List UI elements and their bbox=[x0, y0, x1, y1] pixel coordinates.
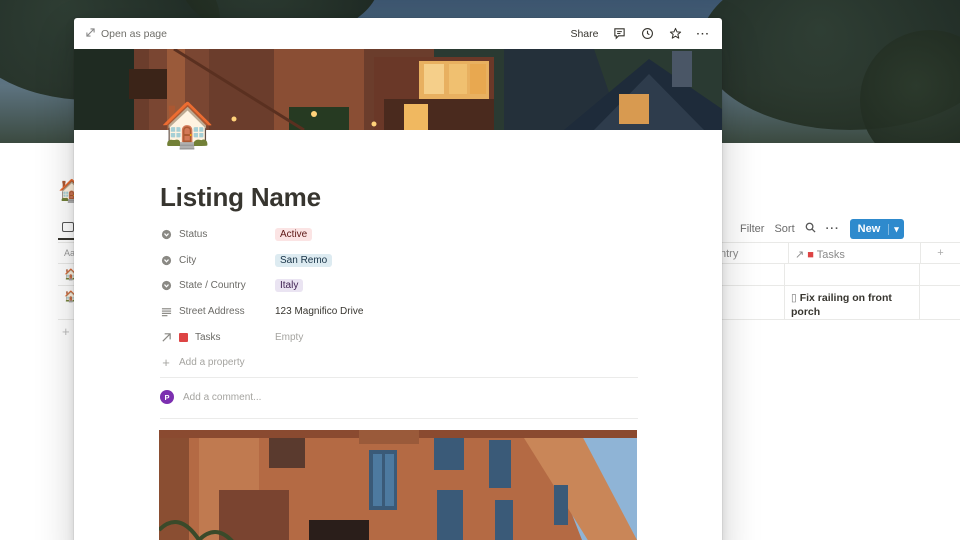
property-value[interactable]: Active bbox=[275, 228, 313, 242]
task-link[interactable]: Fix railing on front porch bbox=[791, 292, 892, 318]
sort-button[interactable]: Sort bbox=[774, 223, 794, 235]
property-city[interactable]: City San Remo bbox=[160, 248, 638, 274]
column-header-tasks-label: Tasks bbox=[816, 249, 845, 261]
properties-list: Status Active City San Remo State / Coun… bbox=[160, 222, 638, 376]
property-name[interactable]: City bbox=[160, 255, 275, 266]
add-property-label: Add a property bbox=[179, 357, 245, 369]
column-header-country[interactable]: ntry bbox=[720, 248, 738, 260]
property-label: Status bbox=[179, 229, 208, 241]
tasks-cell[interactable]: ▯ Fix railing on front porch bbox=[784, 286, 920, 319]
page-icon[interactable]: 🏠 bbox=[160, 104, 215, 148]
divider bbox=[160, 377, 638, 378]
property-status[interactable]: Status Active bbox=[160, 222, 638, 248]
relation-arrow-icon: ↗ bbox=[795, 249, 805, 261]
expand-icon bbox=[86, 27, 95, 40]
add-column-button[interactable]: + bbox=[920, 243, 960, 263]
add-property-row: + Add a property bbox=[160, 355, 275, 370]
embedded-image[interactable] bbox=[159, 430, 637, 540]
divider bbox=[160, 418, 638, 419]
street-address-value[interactable]: 123 Magnifico Drive bbox=[275, 306, 363, 317]
share-button[interactable]: Share bbox=[570, 28, 598, 40]
mailbox-icon: ■ bbox=[807, 249, 814, 261]
avatar: P bbox=[160, 390, 174, 404]
property-label: Tasks bbox=[195, 331, 221, 343]
property-label: Street Address bbox=[179, 306, 245, 318]
property-name[interactable]: State / Country bbox=[160, 280, 275, 291]
tasks-empty-value[interactable]: Empty bbox=[275, 332, 303, 343]
property-label: City bbox=[179, 254, 197, 266]
property-value[interactable]: San Remo bbox=[275, 253, 333, 267]
page-title[interactable]: Listing Name bbox=[160, 182, 321, 213]
comment-input[interactable]: Add a comment... bbox=[183, 392, 261, 403]
property-value[interactable]: Italy bbox=[275, 279, 304, 293]
new-button-label: New bbox=[857, 223, 881, 235]
property-name[interactable]: Tasks bbox=[160, 332, 275, 343]
country-tag[interactable]: Italy bbox=[275, 279, 304, 293]
topbar-actions: Share ··· bbox=[570, 27, 710, 41]
relation-arrow-icon bbox=[160, 332, 172, 343]
star-icon[interactable] bbox=[669, 27, 683, 41]
status-tag[interactable]: Active bbox=[275, 228, 313, 242]
property-street-address[interactable]: Street Address 123 Magnifico Drive bbox=[160, 299, 638, 325]
add-property-button[interactable]: + Add a property bbox=[160, 350, 638, 376]
filter-button[interactable]: Filter bbox=[740, 223, 764, 235]
more-options-icon[interactable]: ··· bbox=[826, 223, 840, 235]
open-as-page-button[interactable]: Open as page bbox=[86, 28, 167, 40]
status-icon bbox=[160, 229, 172, 240]
chevron-down-icon[interactable]: ▾ bbox=[888, 223, 904, 235]
document-icon: ▯ bbox=[791, 292, 797, 304]
page-peek-modal: Open as page Share ··· 🏠 Listing Name St… bbox=[74, 18, 722, 540]
open-as-page-label: Open as page bbox=[101, 27, 167, 40]
table-view-icon[interactable] bbox=[62, 222, 74, 232]
property-name[interactable]: Street Address bbox=[160, 306, 275, 317]
history-clock-icon[interactable] bbox=[641, 27, 655, 41]
more-options-icon[interactable]: ··· bbox=[697, 28, 711, 40]
property-tasks[interactable]: Tasks Empty bbox=[160, 324, 638, 350]
modal-topbar: Open as page Share ··· bbox=[74, 18, 722, 49]
column-header-tasks[interactable]: ↗ ■ Tasks bbox=[788, 243, 920, 263]
database-toolbar: Filter Sort ··· New ▾ bbox=[740, 219, 904, 239]
select-icon bbox=[160, 255, 172, 266]
text-icon bbox=[160, 307, 172, 317]
comment-icon[interactable] bbox=[613, 27, 627, 41]
city-tag[interactable]: San Remo bbox=[275, 253, 333, 267]
plus-icon: + bbox=[162, 355, 170, 371]
select-icon bbox=[160, 280, 172, 291]
comment-input-row[interactable]: P Add a comment... bbox=[160, 390, 261, 404]
property-state-country[interactable]: State / Country Italy bbox=[160, 273, 638, 299]
add-row-button[interactable]: + bbox=[62, 324, 70, 339]
tasks-cell[interactable] bbox=[784, 264, 920, 285]
property-label: State / Country bbox=[179, 280, 246, 292]
search-icon[interactable] bbox=[805, 222, 816, 236]
new-button[interactable]: New ▾ bbox=[849, 219, 904, 239]
mailbox-icon bbox=[179, 332, 188, 342]
property-name[interactable]: Status bbox=[160, 229, 275, 240]
